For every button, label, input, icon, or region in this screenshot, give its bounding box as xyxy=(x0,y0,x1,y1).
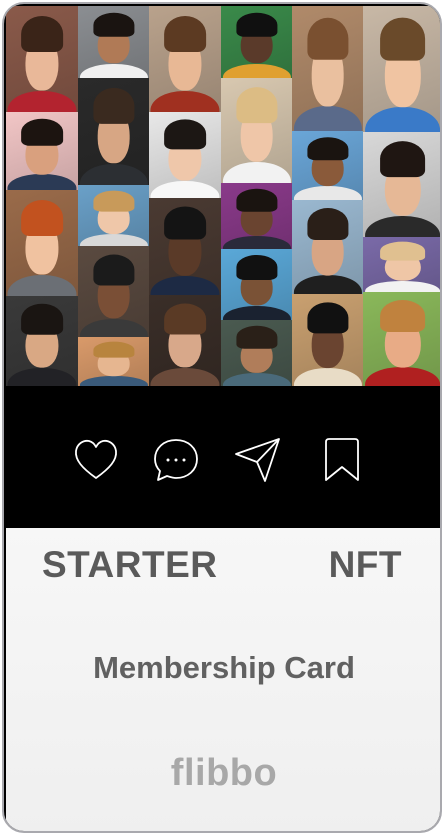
profile-photo xyxy=(6,112,78,190)
profile-photo xyxy=(149,6,221,112)
profile-photo xyxy=(6,190,78,296)
profile-photo xyxy=(6,296,78,386)
profile-photo xyxy=(78,6,149,78)
membership-info-panel: STARTER NFT Membership Card flibbo xyxy=(6,528,440,831)
comment-bubble-icon[interactable] xyxy=(150,434,202,486)
profile-photo xyxy=(149,295,221,386)
profile-photo xyxy=(149,198,221,295)
paper-plane-icon[interactable] xyxy=(232,434,284,486)
nft-label: NFT xyxy=(328,544,402,585)
profile-photo-grid xyxy=(6,6,440,386)
profile-photo xyxy=(292,294,363,386)
profile-photo xyxy=(363,132,440,237)
profile-photo xyxy=(221,6,292,78)
profile-photo xyxy=(221,320,292,386)
profile-photo xyxy=(363,6,440,132)
tier-label: STARTER xyxy=(42,544,218,585)
profile-photo xyxy=(221,78,292,183)
membership-card-title: Membership Card xyxy=(93,650,355,685)
profile-photo xyxy=(363,237,440,292)
profile-photo xyxy=(292,6,363,131)
profile-photo xyxy=(363,292,440,386)
profile-photo xyxy=(78,78,149,185)
profile-photo xyxy=(78,185,149,246)
profile-photo xyxy=(221,249,292,320)
profile-photo xyxy=(292,200,363,294)
brand-logo: flibbo xyxy=(170,752,278,794)
bookmark-icon[interactable] xyxy=(316,434,368,486)
profile-photo xyxy=(149,112,221,198)
action-bar xyxy=(6,386,440,528)
profile-photo xyxy=(221,183,292,249)
profile-photo xyxy=(6,6,78,112)
profile-photo xyxy=(78,337,149,386)
membership-card: STARTER NFT Membership Card flibbo xyxy=(2,2,442,833)
heart-icon[interactable] xyxy=(70,434,122,486)
profile-photo xyxy=(78,246,149,337)
profile-photo xyxy=(292,131,363,200)
